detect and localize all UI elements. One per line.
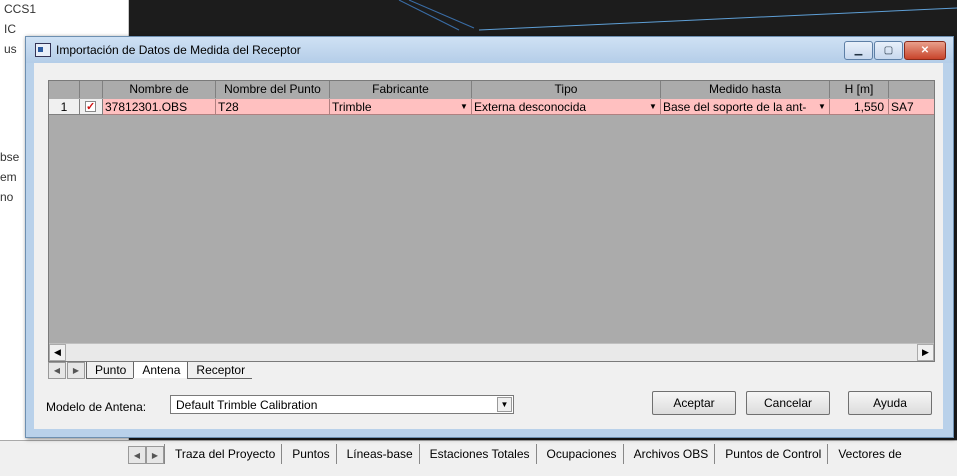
header-cell[interactable]: Medido hasta: [661, 81, 830, 98]
bg-text: no: [0, 190, 14, 204]
header-cell[interactable]: H [m]: [830, 81, 889, 98]
import-dialog: Importación de Datos de Medida del Recep…: [25, 36, 954, 438]
antenna-model-value: Default Trimble Calibration: [176, 398, 318, 412]
sheet-next-icon[interactable]: ▶: [67, 362, 85, 379]
header-cell[interactable]: Nombre del Punto: [216, 81, 330, 98]
bg-text: em: [0, 170, 17, 184]
cell-maker[interactable]: Trimble ▼: [330, 99, 472, 115]
tab-next-icon[interactable]: ▶: [146, 446, 164, 464]
scroll-left-icon[interactable]: ◀: [49, 344, 66, 361]
bg-text: us: [4, 42, 17, 56]
minimize-button[interactable]: ▁: [844, 41, 873, 60]
cell-file[interactable]: 37812301.OBS: [103, 99, 216, 115]
header-cell: [889, 81, 934, 98]
dropdown-arrow-icon[interactable]: ▼: [647, 101, 659, 112]
project-tab[interactable]: Líneas-base: [335, 444, 419, 464]
project-tab[interactable]: Traza del Proyecto: [164, 444, 281, 464]
close-button[interactable]: ✕: [904, 41, 946, 60]
chevron-down-icon[interactable]: ▼: [497, 397, 512, 412]
cell-type-value: Externa desconocida: [474, 100, 587, 114]
antenna-model-select[interactable]: Default Trimble Calibration ▼: [170, 395, 514, 414]
accept-button[interactable]: Aceptar: [652, 391, 736, 415]
project-tab[interactable]: Archivos OBS: [622, 444, 715, 464]
tab-antena[interactable]: Antena: [133, 362, 188, 378]
cell-height[interactable]: 1,550: [830, 99, 889, 115]
maximize-button[interactable]: ▢: [874, 41, 903, 60]
data-grid[interactable]: Nombre de Nombre del Punto Fabricante Ti…: [48, 80, 935, 362]
cell-type[interactable]: Externa desconocida ▼: [472, 99, 661, 115]
dialog-title: Importación de Datos de Medida del Recep…: [56, 43, 301, 57]
tab-prev-icon[interactable]: ◀: [128, 446, 146, 464]
window-icon: [35, 43, 51, 57]
tab-receptor[interactable]: Receptor: [187, 362, 253, 379]
header-cell: [49, 81, 80, 98]
header-cell[interactable]: Tipo: [472, 81, 661, 98]
dialog-client: Nombre de Nombre del Punto Fabricante Ti…: [34, 63, 943, 429]
header-cell: [80, 81, 103, 98]
sheet-tabs: ◀ ▶ Punto Antena Receptor: [48, 362, 253, 380]
project-tabs: ◀ ▶ Traza del Proyecto Puntos Líneas-bas…: [128, 444, 908, 464]
header-cell[interactable]: Nombre de: [103, 81, 216, 98]
help-button[interactable]: Ayuda: [848, 391, 932, 415]
tab-punto[interactable]: Punto: [86, 362, 134, 379]
dropdown-arrow-icon[interactable]: ▼: [458, 101, 470, 112]
cell-measured-to[interactable]: Base del soporte de la ant‐ ▼: [661, 99, 830, 115]
row-checkbox[interactable]: ✓: [80, 99, 103, 115]
cell-point[interactable]: T28: [216, 99, 330, 115]
project-tab[interactable]: Puntos de Control: [714, 444, 827, 464]
bg-text: bse: [0, 150, 20, 164]
cell-measured-to-value: Base del soporte de la ant‐: [663, 100, 807, 114]
project-tab[interactable]: Ocupaciones: [535, 444, 623, 464]
header-cell[interactable]: Fabricante: [330, 81, 472, 98]
bg-text: IC: [4, 22, 16, 36]
dialog-titlebar[interactable]: Importación de Datos de Medida del Recep…: [26, 37, 953, 63]
row-number: 1: [49, 99, 80, 115]
horizontal-scrollbar[interactable]: ◀ ▶: [49, 343, 934, 361]
scroll-right-icon[interactable]: ▶: [917, 344, 934, 361]
sheet-prev-icon[interactable]: ◀: [48, 362, 66, 379]
cell-extra[interactable]: SA7: [889, 99, 934, 115]
antenna-model-label: Modelo de Antena:: [46, 400, 147, 414]
bg-text: CCS1: [4, 2, 37, 16]
project-tab[interactable]: Estaciones Totales: [418, 444, 536, 464]
cell-maker-value: Trimble: [332, 100, 372, 114]
project-tab[interactable]: Puntos: [281, 444, 335, 464]
project-tab[interactable]: Vectores de: [827, 444, 907, 464]
checkmark-icon: ✓: [86, 101, 96, 113]
cancel-button[interactable]: Cancelar: [746, 391, 830, 415]
dropdown-arrow-icon[interactable]: ▼: [816, 101, 828, 112]
